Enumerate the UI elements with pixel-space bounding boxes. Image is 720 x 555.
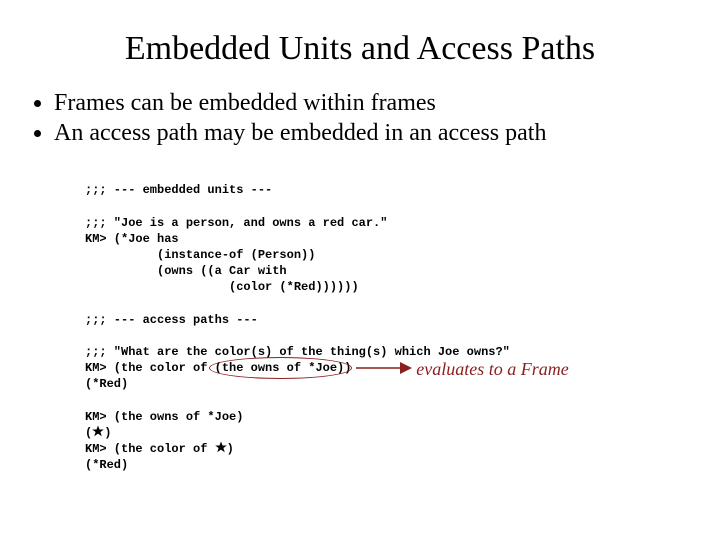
code-line: ;;; --- embedded units --- <box>85 183 272 197</box>
code-line: (*Red) <box>85 458 128 472</box>
slide: Embedded Units and Access Paths Frames c… <box>0 0 720 540</box>
bullet-item: An access path may be embedded in an acc… <box>54 118 690 148</box>
code-line: KM> (the owns of *Joe) <box>85 410 243 424</box>
code-line: (*Red) <box>85 377 128 391</box>
code-line: ) <box>104 426 111 440</box>
code-block: ;;; --- embedded units --- ;;; "Joe is a… <box>85 166 690 555</box>
code-line: KM> (the color of <box>85 361 215 375</box>
code-highlight: (the owns of *Joe) <box>215 361 345 375</box>
star-icon <box>215 441 227 453</box>
annotation-label: evaluates to a Frame <box>416 357 568 381</box>
code-line: ( <box>85 426 92 440</box>
code-line: ) <box>344 361 351 375</box>
star-icon <box>92 425 104 437</box>
bullet-item: Frames can be embedded within frames <box>54 88 690 118</box>
code-line: KM> (the color of <box>85 442 215 456</box>
code-line: ;;; --- access paths --- <box>85 313 258 327</box>
code-line: (color (*Red)))))) <box>85 280 359 294</box>
bullet-list: Frames can be embedded within frames An … <box>30 88 690 148</box>
code-line: ) <box>227 442 234 456</box>
code-line: (instance-of (Person)) <box>85 248 315 262</box>
slide-title: Embedded Units and Access Paths <box>30 30 690 68</box>
code-line: (owns ((a Car with <box>85 264 287 278</box>
arrow-icon <box>354 358 414 378</box>
code-line: KM> (*Joe has <box>85 232 179 246</box>
code-line: ;;; "Joe is a person, and owns a red car… <box>85 216 387 230</box>
